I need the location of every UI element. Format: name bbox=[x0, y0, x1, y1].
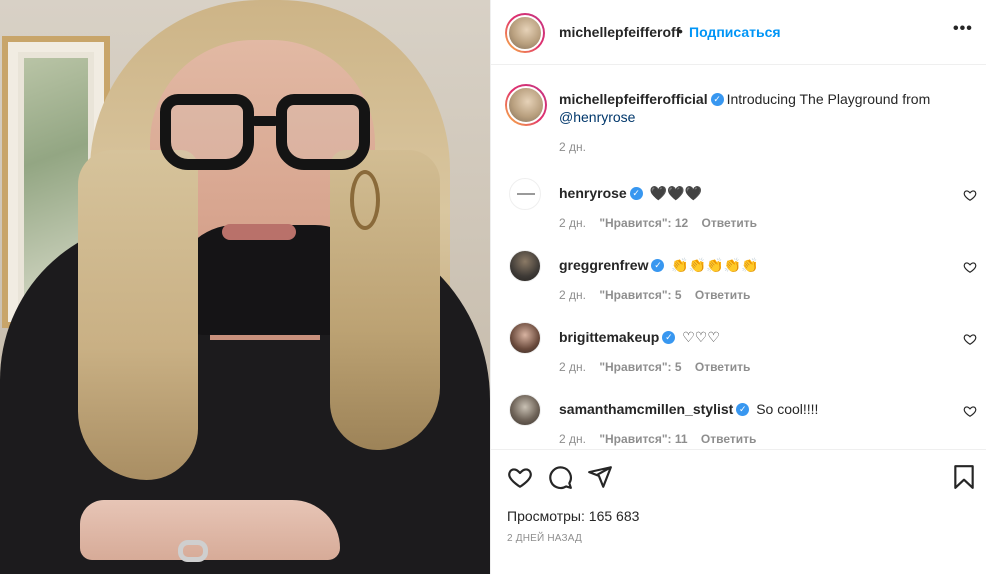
share-icon[interactable] bbox=[587, 464, 613, 490]
verified-badge-icon: ✓ bbox=[710, 92, 724, 106]
comment-meta: 2 дн. "Нравится": 5 Ответить bbox=[559, 360, 760, 374]
comment-likes[interactable]: "Нравится": 5 bbox=[599, 360, 681, 374]
comment-meta: 2 дн. "Нравится": 12 Ответить bbox=[559, 216, 767, 230]
comment-time[interactable]: 2 дн. bbox=[559, 288, 586, 302]
comment-body: 🖤🖤🖤 bbox=[649, 185, 702, 201]
author-avatar[interactable] bbox=[505, 13, 545, 53]
comment-body: So cool!!!! bbox=[756, 401, 819, 417]
heart-icon[interactable] bbox=[507, 464, 533, 490]
comment-author[interactable]: samanthamcmillen_stylist bbox=[559, 401, 733, 417]
comment-item: brigittemakeup ✓ ♡♡♡ 2 дн. "Нравится": 5 … bbox=[491, 322, 986, 382]
comment-likes[interactable]: "Нравится": 5 bbox=[599, 288, 681, 302]
ring bbox=[178, 540, 208, 562]
comment-author[interactable]: brigittemakeup bbox=[559, 329, 659, 345]
commenter-avatar[interactable] bbox=[509, 394, 541, 426]
commenter-avatar[interactable] bbox=[509, 250, 541, 282]
caption-text: michellepfeifferofficial ✓ Introducing The… bbox=[559, 90, 959, 126]
comment-author[interactable]: greggrenfrew bbox=[559, 257, 648, 273]
comment-text: greggrenfrew ✓ 👏👏👏👏👏 bbox=[559, 256, 939, 274]
comment-time[interactable]: 2 дн. bbox=[559, 432, 586, 446]
comment-meta: 2 дн. "Нравится": 5 Ответить bbox=[559, 288, 760, 302]
hand bbox=[80, 500, 340, 560]
comment-icon[interactable] bbox=[547, 464, 573, 490]
earring bbox=[350, 170, 380, 230]
comment-like-heart-icon[interactable] bbox=[963, 332, 977, 346]
more-options-icon[interactable]: ••• bbox=[953, 20, 973, 38]
comment-text: brigittemakeup ✓ ♡♡♡ bbox=[559, 328, 939, 346]
comment-likes[interactable]: "Нравится": 11 bbox=[599, 432, 687, 446]
verified-badge-icon: ✓ bbox=[662, 330, 676, 344]
post-side-panel: michellepfeifferoff • Подписаться ••• mi… bbox=[490, 0, 986, 574]
comment-meta: 2 дн. "Нравится": 11 Ответить bbox=[559, 432, 766, 446]
post-header: michellepfeifferoff • Подписаться ••• bbox=[491, 0, 986, 65]
post-actions: Просмотры: 165 683 2 ДНЕЙ НАЗАД bbox=[491, 449, 986, 574]
verified-badge-icon: ✓ bbox=[651, 258, 665, 272]
hair-lock-left bbox=[78, 150, 198, 480]
commenter-avatar[interactable] bbox=[509, 178, 541, 210]
caption-body: Introducing The Playground from bbox=[726, 91, 931, 107]
caption-author-avatar[interactable] bbox=[505, 84, 547, 126]
caption-mention-link[interactable]: @henryrose bbox=[559, 109, 635, 125]
comment-item: greggrenfrew ✓ 👏👏👏👏👏 2 дн. "Нравится": 5 … bbox=[491, 250, 986, 310]
post-media-video[interactable] bbox=[0, 0, 490, 574]
comment-like-heart-icon[interactable] bbox=[963, 404, 977, 418]
caption-time[interactable]: 2 дн. bbox=[559, 140, 586, 154]
comment-item: samanthamcmillen_stylist ✓ So cool!!!! 2 … bbox=[491, 394, 986, 454]
comment-time[interactable]: 2 дн. bbox=[559, 360, 586, 374]
view-count: Просмотры: 165 683 bbox=[507, 508, 640, 524]
lips bbox=[222, 224, 296, 240]
comment-likes[interactable]: "Нравится": 12 bbox=[599, 216, 688, 230]
comment-reply-button[interactable]: Ответить bbox=[702, 216, 757, 230]
post-date[interactable]: 2 ДНЕЙ НАЗАД bbox=[507, 533, 582, 544]
verified-badge-icon: ✓ bbox=[629, 186, 643, 200]
verified-badge-icon: ✓ bbox=[736, 402, 750, 416]
comment-body: ♡♡♡ bbox=[682, 329, 720, 345]
caption-author[interactable]: michellepfeifferofficial bbox=[559, 91, 708, 107]
hair-lock-right bbox=[330, 150, 440, 450]
comment-time[interactable]: 2 дн. bbox=[559, 216, 586, 230]
author-username[interactable]: michellepfeifferoff bbox=[559, 24, 680, 40]
comment-reply-button[interactable]: Ответить bbox=[695, 288, 750, 302]
follow-button[interactable]: Подписаться bbox=[689, 24, 781, 40]
comment-reply-button[interactable]: Ответить bbox=[701, 432, 756, 446]
header-separator: • bbox=[678, 23, 683, 39]
comment-author[interactable]: henryrose bbox=[559, 185, 627, 201]
comment-text: henryrose ✓ 🖤🖤🖤 bbox=[559, 184, 939, 202]
comment-item: henryrose ✓ 🖤🖤🖤 2 дн. "Нравится": 12 Отве… bbox=[491, 178, 986, 238]
comment-body: 👏👏👏👏👏 bbox=[671, 257, 759, 273]
comment-like-heart-icon[interactable] bbox=[963, 260, 977, 274]
comment-text: samanthamcmillen_stylist ✓ So cool!!!! bbox=[559, 400, 939, 418]
commenter-avatar[interactable] bbox=[509, 322, 541, 354]
glasses bbox=[160, 94, 370, 174]
comment-like-heart-icon[interactable] bbox=[963, 188, 977, 202]
comment-reply-button[interactable]: Ответить bbox=[695, 360, 750, 374]
bookmark-icon[interactable] bbox=[951, 464, 977, 490]
